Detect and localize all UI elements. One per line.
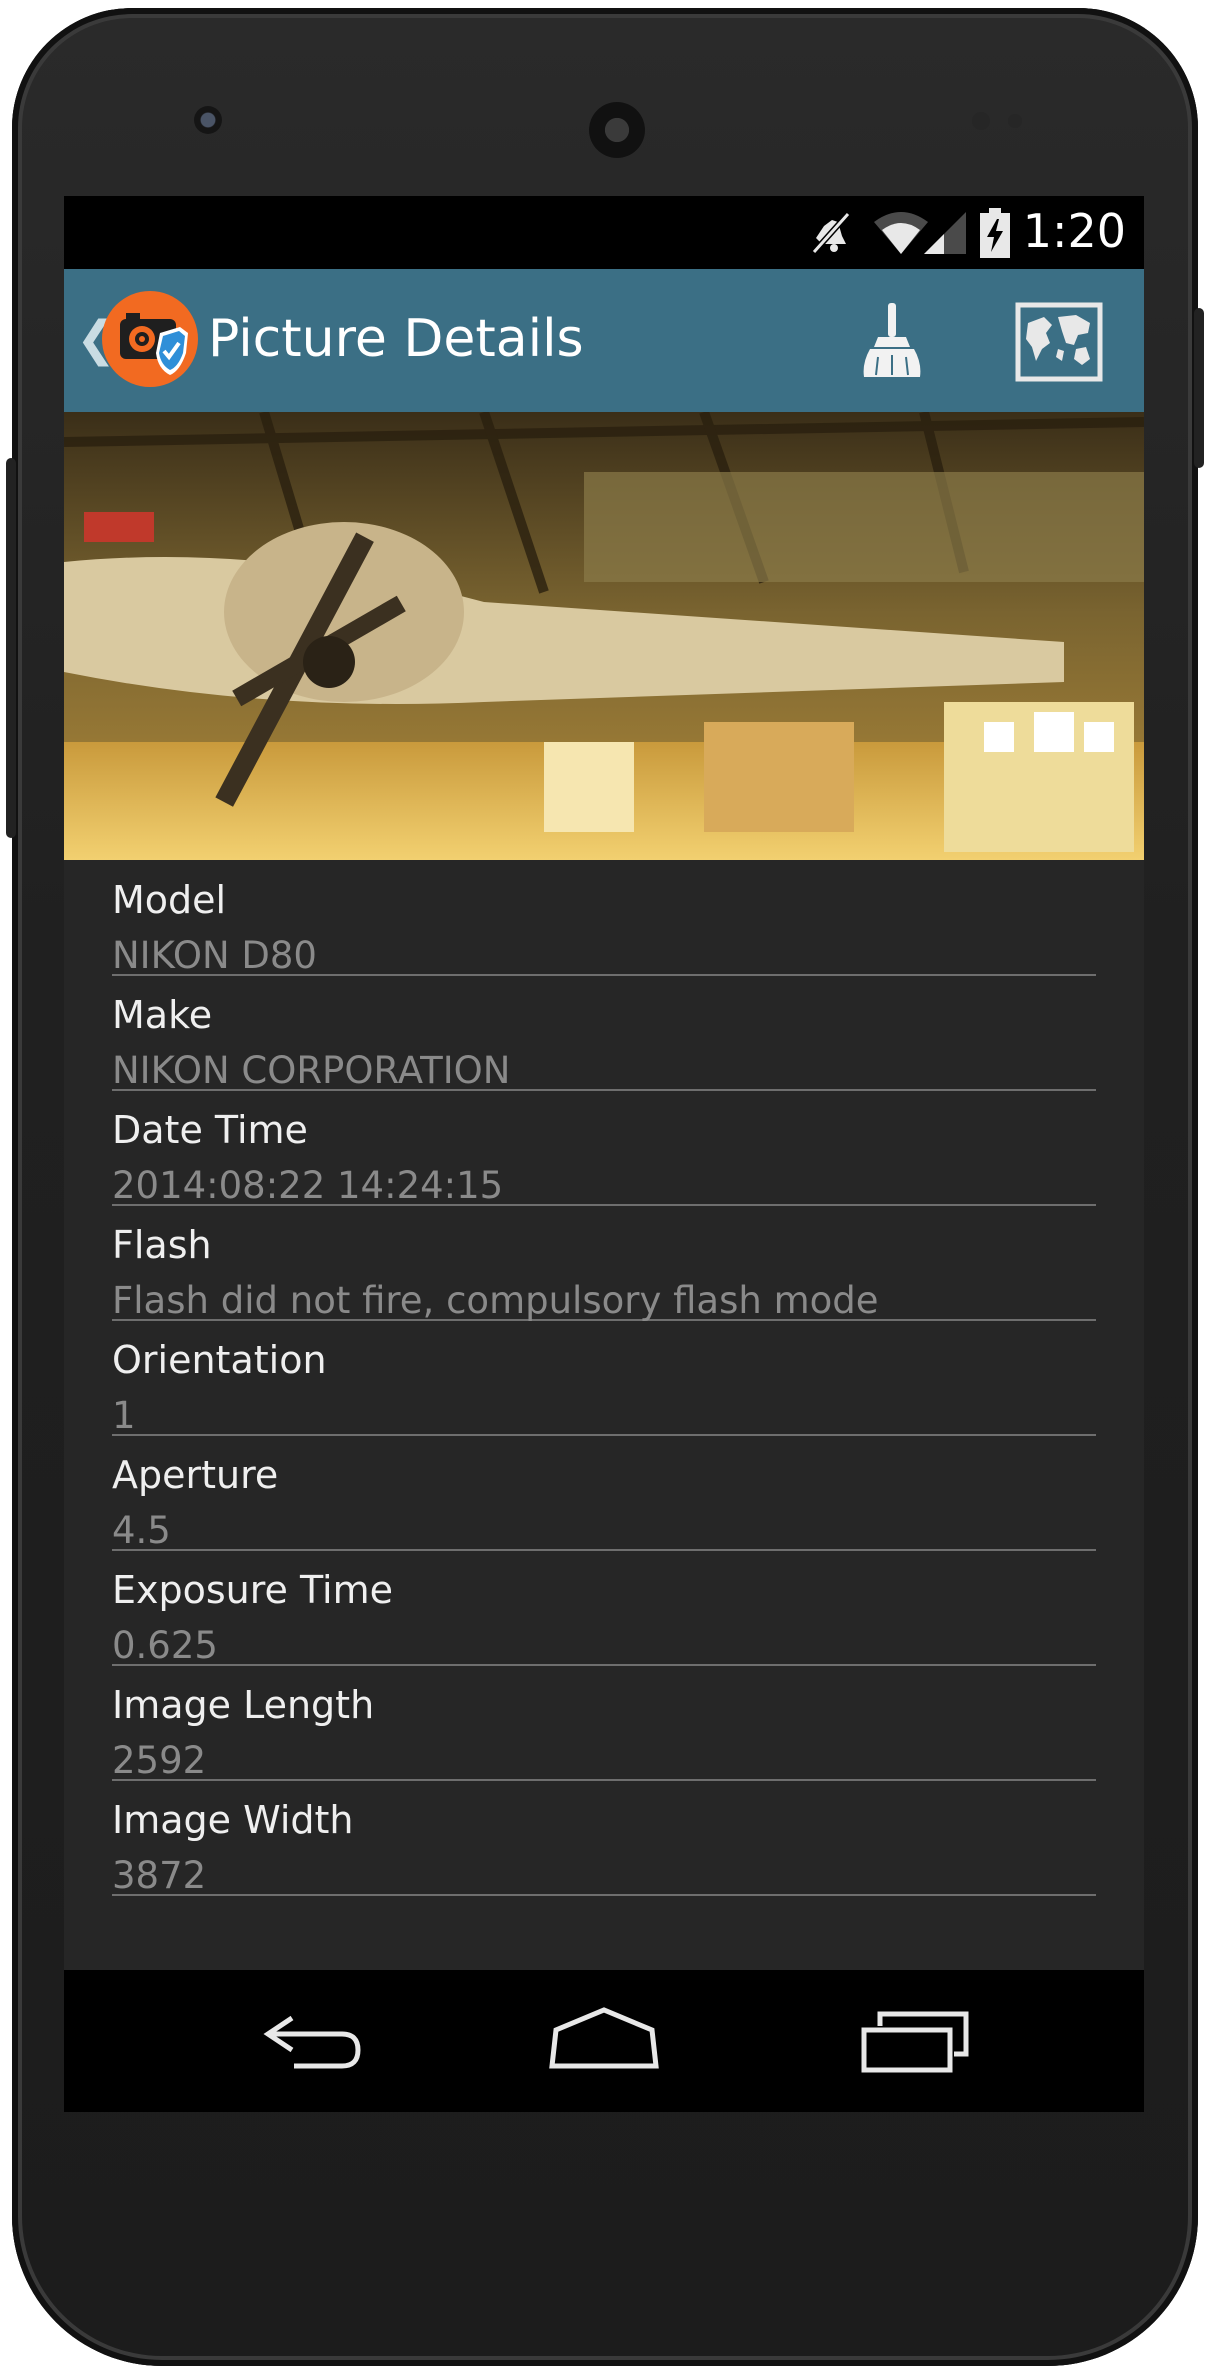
picture-preview	[64, 412, 1144, 860]
broom-icon	[863, 303, 921, 377]
detail-label: Image Length	[112, 1683, 375, 1727]
detail-row-image-width: Image Width 3872	[112, 1780, 1096, 1897]
detail-value: 2014:08:22 14:24:15	[112, 1164, 504, 1207]
detail-value: Flash did not fire, compulsory flash mod…	[112, 1279, 879, 1322]
sensor-icon	[972, 112, 990, 130]
signal-icon	[924, 212, 966, 254]
mute-icon	[811, 211, 851, 255]
detail-row-orientation: Orientation 1	[112, 1320, 1096, 1437]
detail-label: Aperture	[112, 1453, 279, 1497]
detail-value: 1	[112, 1394, 136, 1437]
phone-side-button-left	[6, 458, 16, 838]
clear-button[interactable]	[848, 299, 938, 385]
recents-icon	[861, 2011, 969, 2073]
detail-row-aperture: Aperture 4.5	[112, 1435, 1096, 1552]
detail-row-make: Make NIKON CORPORATION	[112, 975, 1096, 1092]
front-camera-icon	[194, 106, 222, 134]
detail-label: Image Width	[112, 1798, 354, 1842]
home-icon	[549, 2007, 659, 2069]
screen: 1:20 ❮ Picture Details Model NIKON D80 M…	[64, 196, 1144, 2112]
detail-value: 3872	[112, 1854, 207, 1897]
detail-label: Date Time	[112, 1108, 308, 1152]
detail-label: Orientation	[112, 1338, 327, 1382]
phone-side-button-right	[1194, 308, 1204, 468]
map-button[interactable]	[1014, 299, 1104, 385]
app-bar: ❮ Picture Details	[64, 269, 1144, 412]
detail-row-exposure-time: Exposure Time 0.625	[112, 1550, 1096, 1667]
detail-value: 2592	[112, 1739, 207, 1782]
detail-row-date-time: Date Time 2014:08:22 14:24:15	[112, 1090, 1096, 1207]
detail-value: 0.625	[112, 1624, 218, 1667]
detail-label: Model	[112, 878, 227, 922]
detail-value: 4.5	[112, 1509, 171, 1552]
camera-shield-icon[interactable]	[102, 291, 198, 387]
earpiece-speaker	[589, 102, 645, 158]
detail-value: NIKON D80	[112, 934, 317, 977]
back-arrow-icon	[263, 2015, 361, 2069]
sensor-icon	[1008, 114, 1022, 128]
battery-icon	[980, 208, 1010, 258]
detail-value: NIKON CORPORATION	[112, 1049, 511, 1092]
page-title: Picture Details	[208, 309, 584, 369]
detail-row-image-length: Image Length 2592	[112, 1665, 1096, 1782]
status-time: 1:20	[1022, 204, 1126, 258]
world-map-icon	[1015, 302, 1103, 382]
status-bar: 1:20	[64, 196, 1144, 269]
detail-label: Make	[112, 993, 213, 1037]
details-list: Model NIKON D80 Make NIKON CORPORATION D…	[64, 860, 1144, 2112]
navigation-bar	[64, 1970, 1144, 2112]
nav-back-button[interactable]	[254, 2006, 374, 2076]
detail-label: Exposure Time	[112, 1568, 393, 1612]
detail-row-flash: Flash Flash did not fire, compulsory fla…	[112, 1205, 1096, 1322]
nav-recents-button[interactable]	[854, 2006, 974, 2076]
detail-label: Flash	[112, 1223, 212, 1267]
nav-home-button[interactable]	[544, 2006, 664, 2076]
detail-row-model: Model NIKON D80	[112, 860, 1096, 977]
